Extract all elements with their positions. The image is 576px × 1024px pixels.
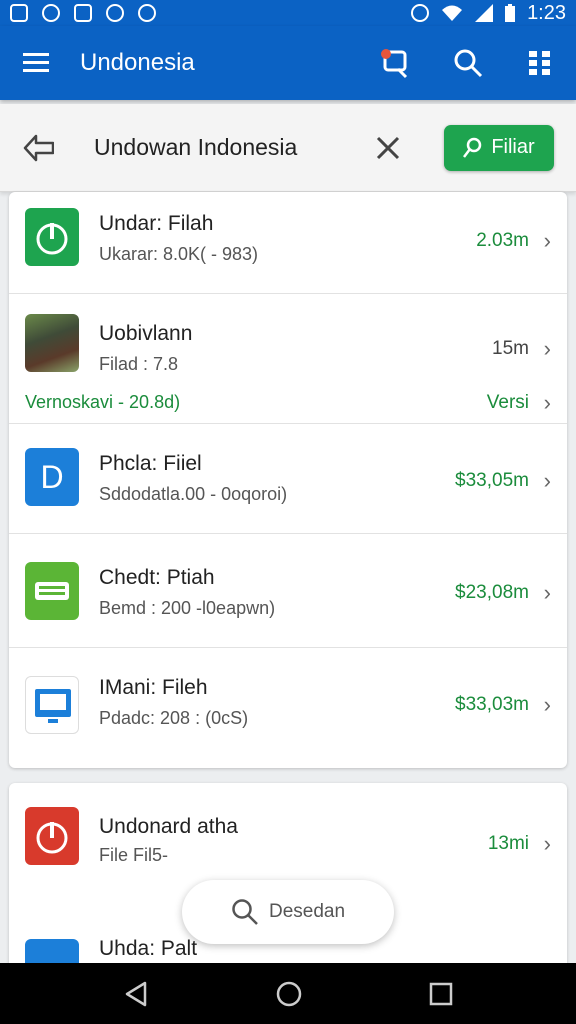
results-card: Undar: Filah Ukarar: 8.0K( - 983) 2.03m …	[9, 192, 567, 768]
back-nav-button[interactable]	[123, 981, 149, 1007]
back-button[interactable]	[22, 132, 54, 164]
recents-nav-button[interactable]	[429, 982, 453, 1006]
svg-text:D: D	[40, 459, 63, 495]
results-card: Undonard atha File Fil5- 13mi › Uhda: Pa…	[9, 783, 567, 973]
list-item[interactable]: IMani: Fileh Pdadc: 208 : (0cS) $33,03m …	[9, 648, 567, 768]
floating-search-button[interactable]: Desedan	[182, 880, 394, 944]
photo-thumbnail	[25, 314, 79, 372]
settings-notification-icon	[138, 4, 156, 22]
item-subtitle: Filad : 7.8	[99, 354, 179, 374]
clock: 1:23	[527, 1, 566, 24]
d-letter-icon: D	[25, 448, 79, 506]
gallery-notification-icon	[10, 4, 28, 22]
hamburger-icon	[23, 53, 49, 72]
list-item[interactable]: D Phcla: Fiiel Sddodatla.00 - 0oqoroi) $…	[9, 424, 567, 534]
filter-label: Filiar	[491, 136, 535, 158]
chevron-right-icon: ›	[543, 580, 551, 605]
grid-dots-icon	[529, 51, 550, 75]
version-note: Vernoskavi - 20.8d)	[25, 392, 181, 412]
alarm-icon	[411, 4, 430, 22]
item-value: 15m	[492, 338, 529, 359]
notifications-button[interactable]	[380, 47, 412, 79]
app-title: Undonesia	[80, 49, 195, 76]
chat-notification-icon	[106, 4, 124, 22]
chevron-right-icon: ›	[543, 468, 551, 493]
chevron-right-icon: ›	[543, 228, 551, 253]
item-name: IMani: Fileh	[99, 676, 208, 699]
item-value: $23,08m	[455, 582, 529, 603]
app-bar: Undonesia	[0, 26, 576, 100]
list-item[interactable]: Uobivlann Filad : 7.8 15m › Vernoskavi -…	[9, 294, 567, 424]
search-icon	[232, 899, 258, 925]
chat-bubble-icon	[381, 49, 408, 79]
chevron-right-icon: ›	[543, 336, 551, 361]
menu-button[interactable]	[20, 47, 52, 79]
grid-menu-button[interactable]	[524, 47, 556, 79]
system-nav-bar	[0, 963, 576, 1024]
item-name: Uhda: Palt	[99, 937, 198, 960]
item-subtitle: Sddodatla.00 - 0oqoroi)	[99, 484, 288, 504]
chevron-right-icon: ›	[543, 692, 551, 717]
item-value: $33,03m	[455, 694, 529, 715]
power-icon	[25, 208, 79, 266]
filter-button[interactable]: Filiar	[444, 124, 554, 171]
search-query[interactable]: Undowan Indonesia	[94, 134, 297, 161]
chevron-right-icon: ›	[543, 390, 551, 415]
item-name: Uobivlann	[99, 322, 193, 345]
item-name: Undar: Filah	[99, 212, 214, 235]
item-subtitle: File Fil5-	[99, 845, 169, 865]
app-notification-icon	[74, 4, 92, 22]
item-value: $33,05m	[455, 470, 529, 491]
clear-search-button[interactable]	[372, 132, 404, 164]
power-icon	[25, 807, 79, 865]
signal-icon	[475, 4, 494, 22]
item-value: 13mi	[487, 833, 529, 854]
item-subtitle: Ukarar: 8.0K( - 983)	[99, 244, 259, 264]
clear-icon	[376, 136, 400, 159]
chevron-right-icon: ›	[543, 831, 551, 856]
home-nav-button[interactable]	[275, 980, 303, 1008]
item-name: Phcla: Fiiel	[99, 452, 202, 475]
floating-search-label: Desedan	[268, 901, 346, 922]
item-subtitle: Bemd : 200 -l0eapwn)	[99, 598, 276, 618]
item-value: 2.03m	[476, 230, 529, 251]
search-icon	[463, 137, 482, 158]
keyboard-icon	[25, 562, 79, 620]
list-item[interactable]: Undar: Filah Ukarar: 8.0K( - 983) 2.03m …	[9, 192, 567, 294]
monitor-icon	[25, 676, 79, 734]
wifi-icon	[442, 5, 463, 21]
item-name: Undonard atha	[99, 815, 238, 838]
list-item[interactable]: Chedt: Ptiah Bemd : 200 -l0eapwn) $23,08…	[9, 534, 567, 648]
search-button[interactable]	[452, 47, 484, 79]
version-link[interactable]: Versi	[487, 392, 529, 414]
status-bar: 1:23	[0, 0, 576, 26]
battery-icon	[505, 4, 516, 22]
search-bar: Undowan Indonesia Filiar	[0, 104, 576, 192]
item-subtitle: Pdadc: 208 : (0cS)	[99, 708, 249, 728]
item-name: Chedt: Ptiah	[99, 566, 215, 589]
search-icon	[454, 49, 483, 78]
sync-notification-icon	[42, 4, 60, 22]
back-arrow-icon	[23, 134, 54, 161]
